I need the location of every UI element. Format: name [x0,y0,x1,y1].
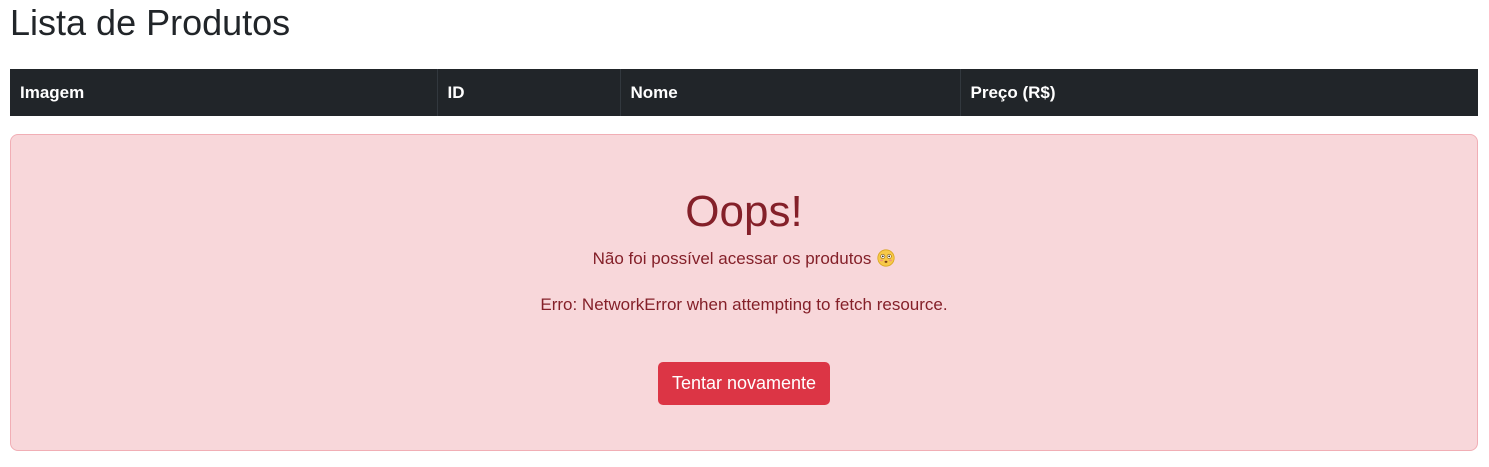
table-header-row: Imagem ID Nome Preço (R$) [10,69,1478,116]
error-detail: Erro: NetworkError when attempting to fe… [540,295,948,314]
products-table: Imagem ID Nome Preço (R$) [10,69,1478,116]
column-header-price: Preço (R$) [959,69,1478,116]
column-header-image: Imagem [10,69,437,116]
flushed-face-icon [877,249,895,267]
alert-heading: Oops! [685,187,803,236]
alert-message-line: Não foi possível acessar os produtos [11,247,1477,271]
alert-message: Não foi possível acessar os produtos [592,249,872,268]
column-header-id: ID [436,69,620,116]
retry-button[interactable]: Tentar novamente [658,362,830,405]
page-title: Lista de Produtos [10,2,291,43]
error-alert: Oops! Não foi possível acessar os produt… [10,134,1478,451]
table-header: Imagem ID Nome Preço (R$) [10,69,1478,116]
column-header-name: Nome [619,69,960,116]
